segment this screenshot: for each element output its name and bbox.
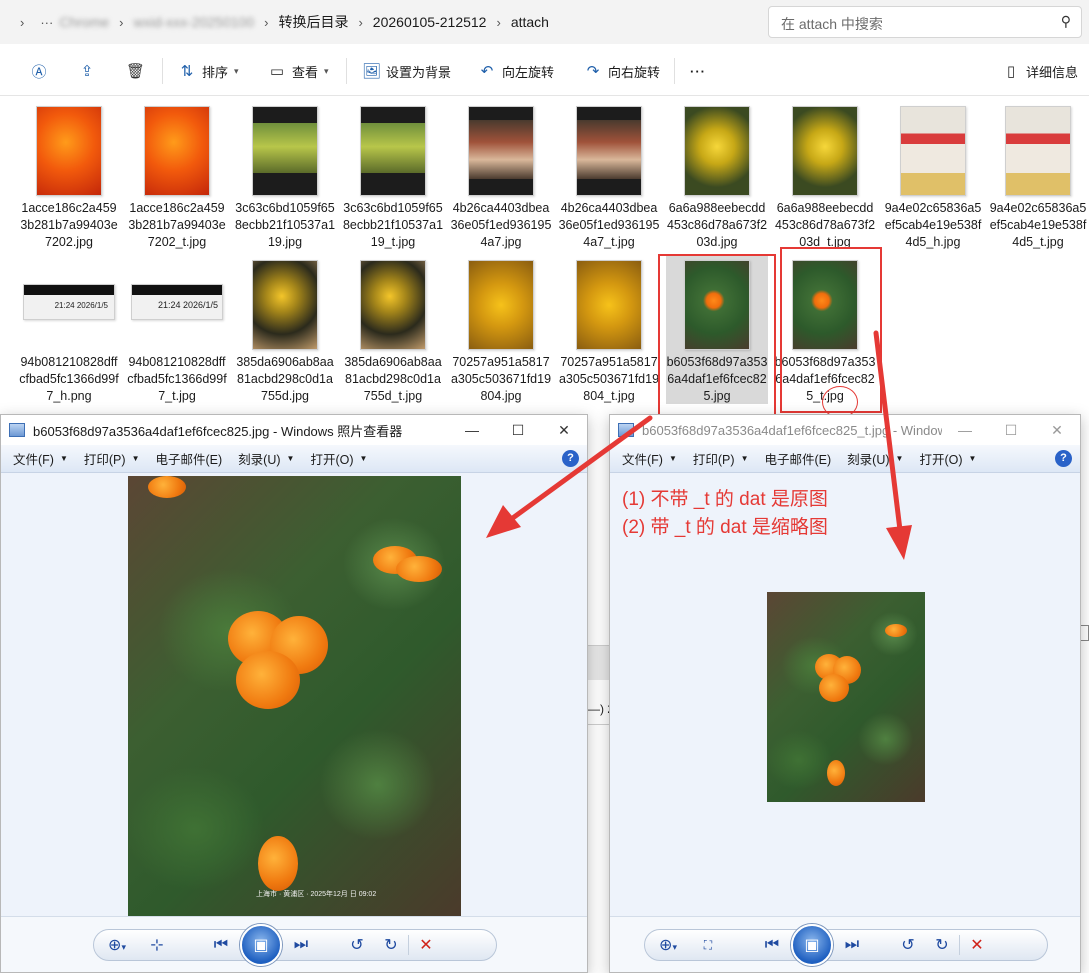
arrow-to-thumbnail [873,330,912,560]
arrow-to-original [486,415,653,538]
annotation-arrows [486,330,912,560]
